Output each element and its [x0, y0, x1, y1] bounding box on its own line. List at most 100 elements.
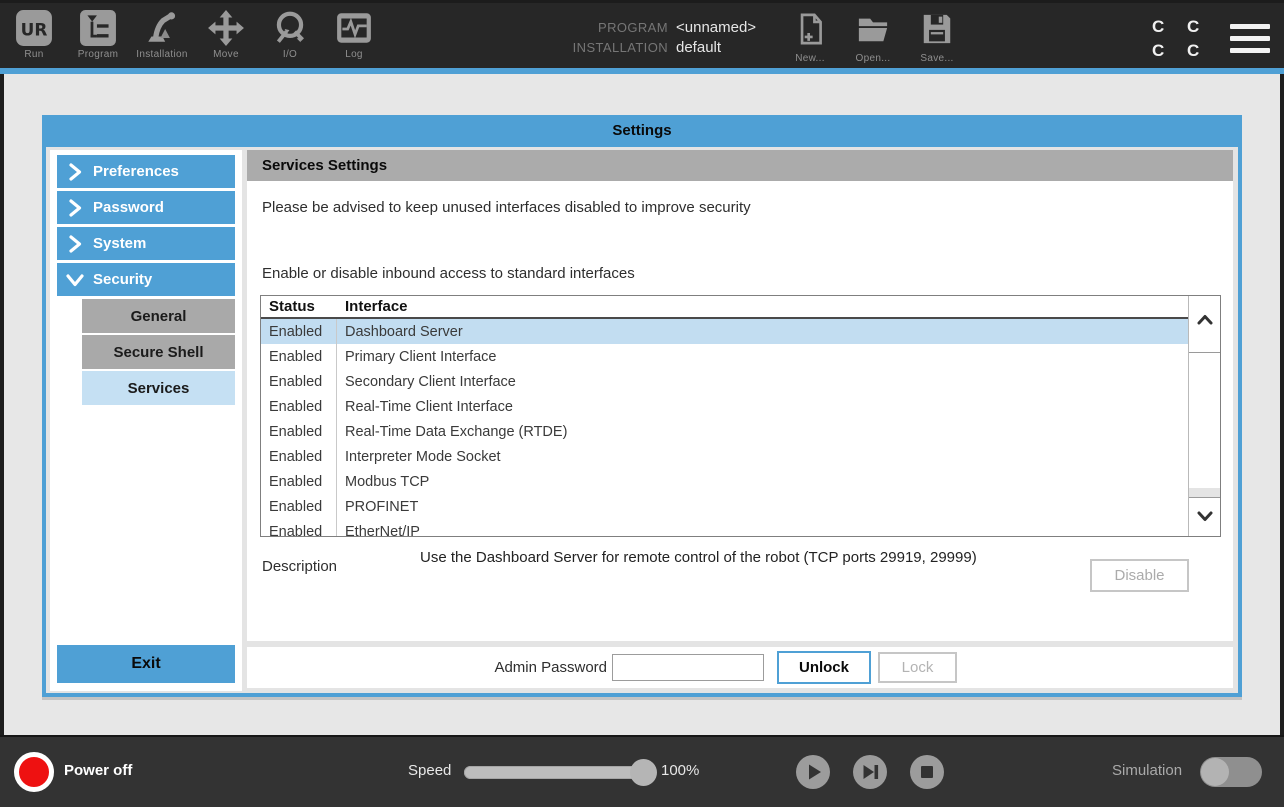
speed-slider[interactable] — [464, 766, 655, 779]
sidebar-item-password[interactable]: Password — [57, 191, 235, 224]
hamburger-menu-icon[interactable] — [1228, 22, 1272, 56]
nav-tab-log[interactable]: Log — [322, 9, 386, 60]
open-file-button[interactable]: Open... — [840, 13, 906, 64]
interfaces-table-header: Status Interface — [261, 296, 1220, 319]
settings-dialog-body: Preferences Password System — [46, 147, 1238, 693]
table-row-ethernet-ip[interactable]: Enabled EtherNet/IP — [261, 519, 1188, 536]
sidebar-subitem-general[interactable]: General — [82, 299, 235, 333]
row-status: Enabled — [261, 494, 337, 519]
step-forward-icon — [853, 776, 887, 793]
row-status: Enabled — [261, 419, 337, 444]
polyscope-screen: UR Run Program Installation Move — [0, 0, 1284, 807]
window-frame-right — [1280, 74, 1284, 735]
move-arrows-icon — [194, 9, 258, 47]
row-interface: Modbus TCP — [337, 469, 429, 494]
nav-tab-move[interactable]: Move — [194, 9, 258, 60]
nav-tab-log-label: Log — [322, 49, 386, 60]
row-interface: Secondary Client Interface — [337, 369, 516, 394]
row-status: Enabled — [261, 394, 337, 419]
simulation-label: Simulation — [1112, 762, 1182, 779]
power-status-label: Power off — [64, 762, 132, 779]
chevron-right-icon — [65, 198, 85, 218]
step-forward-button[interactable] — [853, 755, 887, 789]
stop-button[interactable] — [910, 755, 944, 789]
new-file-button[interactable]: New... — [777, 13, 843, 64]
row-status: Enabled — [261, 444, 337, 469]
header-accent-strip — [0, 68, 1284, 74]
save-file-label: Save... — [904, 53, 970, 64]
chevron-down-icon — [1195, 508, 1215, 529]
admin-password-label: Admin Password — [397, 647, 607, 688]
program-value: <unnamed> — [676, 19, 756, 36]
sidebar-item-preferences[interactable]: Preferences — [57, 155, 235, 188]
program-tree-icon — [66, 9, 130, 47]
services-settings-heading: Services Settings — [247, 150, 1233, 181]
nav-tab-run[interactable]: UR Run — [2, 9, 66, 60]
power-status-icon[interactable] — [14, 752, 54, 792]
table-row-modbus-tcp[interactable]: Enabled Modbus TCP — [261, 469, 1188, 494]
stop-icon — [910, 776, 944, 793]
settings-sidebar: Preferences Password System — [50, 150, 242, 691]
table-row-dashboard-server[interactable]: Enabled Dashboard Server — [261, 319, 1188, 344]
table-row-interpreter-mode[interactable]: Enabled Interpreter Mode Socket — [261, 444, 1188, 469]
nav-tab-io-label: I/O — [258, 49, 322, 60]
row-status: Enabled — [261, 519, 337, 536]
admin-password-input[interactable] — [612, 654, 764, 681]
installation-label: INSTALLATION — [558, 40, 668, 55]
sidebar-subitem-secure-shell[interactable]: Secure Shell — [82, 335, 235, 369]
sidebar-subitem-services[interactable]: Services — [82, 371, 235, 405]
scrollbar-separator — [1189, 352, 1220, 353]
sidebar-item-label: Preferences — [93, 163, 179, 180]
chevron-up-icon — [1195, 312, 1215, 333]
speed-slider-knob[interactable] — [630, 759, 657, 786]
disable-button[interactable]: Disable — [1090, 559, 1189, 592]
save-file-button[interactable]: Save... — [904, 13, 970, 64]
sidebar-item-label: System — [93, 235, 146, 252]
table-row-realtime-client[interactable]: Enabled Real-Time Client Interface — [261, 394, 1188, 419]
scroll-up-button[interactable] — [1189, 304, 1220, 340]
services-settings-panel: Services Settings Please be advised to k… — [247, 150, 1233, 641]
simulation-toggle-knob — [1201, 758, 1229, 786]
table-row-rtde[interactable]: Enabled Real-Time Data Exchange (RTDE) — [261, 419, 1188, 444]
admin-unlock-bar: Admin Password Unlock Lock — [247, 647, 1233, 688]
cc-marks-row1: C C — [1152, 15, 1208, 39]
open-file-label: Open... — [840, 53, 906, 64]
nav-tab-installation[interactable]: Installation — [130, 9, 194, 60]
speed-label: Speed — [408, 762, 451, 779]
svg-text:UR: UR — [21, 19, 48, 39]
sidebar-item-system[interactable]: System — [57, 227, 235, 260]
description-text: Use the Dashboard Server for remote cont… — [420, 548, 1000, 568]
description-label: Description — [262, 558, 337, 575]
table-row-primary-client[interactable]: Enabled Primary Client Interface — [261, 344, 1188, 369]
sidebar-item-label: Security — [93, 271, 152, 288]
open-folder-icon — [856, 32, 890, 49]
unlock-button[interactable]: Unlock — [777, 651, 871, 684]
robot-arm-icon — [130, 9, 194, 47]
exit-button[interactable]: Exit — [57, 645, 235, 683]
play-icon — [796, 776, 830, 793]
table-row-profinet[interactable]: Enabled PROFINET — [261, 494, 1188, 519]
row-interface: EtherNet/IP — [337, 519, 420, 536]
table-row-secondary-client[interactable]: Enabled Secondary Client Interface — [261, 369, 1188, 394]
settings-dialog: Settings Preferences Password — [42, 115, 1242, 697]
scroll-down-button[interactable] — [1189, 500, 1220, 536]
nav-tab-program-label: Program — [66, 49, 130, 60]
new-file-label: New... — [777, 53, 843, 64]
play-button[interactable] — [796, 755, 830, 789]
nav-tab-installation-label: Installation — [130, 49, 194, 60]
interfaces-table-body: Enabled Dashboard Server Enabled Primary… — [261, 319, 1188, 536]
sidebar-item-security[interactable]: Security — [57, 263, 235, 296]
io-signals-icon — [258, 9, 322, 47]
row-interface: PROFINET — [337, 494, 418, 519]
nav-tab-io[interactable]: I/O — [258, 9, 322, 60]
simulation-toggle[interactable] — [1200, 757, 1262, 787]
lock-button[interactable]: Lock — [878, 652, 957, 683]
top-navigation-bar: UR Run Program Installation Move — [0, 0, 1284, 68]
table-scrollbar[interactable] — [1188, 296, 1220, 536]
scrollbar-track-rest — [1189, 488, 1220, 497]
nav-tab-program[interactable]: Program — [66, 9, 130, 60]
settings-dialog-title: Settings — [42, 115, 1242, 147]
save-floppy-icon — [922, 32, 952, 49]
nav-tab-run-label: Run — [2, 49, 66, 60]
ur-logo-icon: UR — [2, 9, 66, 47]
